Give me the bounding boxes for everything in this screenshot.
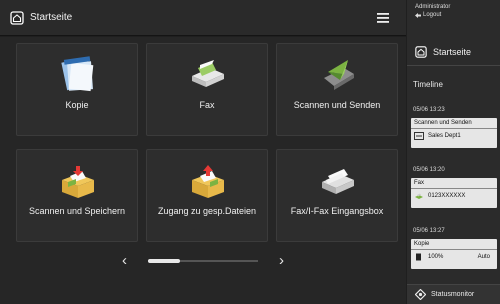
timeline-entry-extra: Auto [477, 254, 490, 260]
timeline-time: 05/06 13:23 [413, 107, 445, 113]
send-icon [414, 132, 424, 140]
fax-small-icon [415, 193, 423, 199]
stored-files-icon [192, 165, 224, 198]
fax-inbox-icon [322, 169, 354, 194]
prev-page-button[interactable]: ‹ [122, 252, 127, 269]
scan-store-icon [62, 166, 94, 198]
fax-icon [192, 60, 224, 87]
logout-icon [415, 13, 421, 18]
copy-small-icon [416, 253, 421, 261]
tile-kopie[interactable]: Kopie [16, 43, 138, 136]
hamburger-icon [377, 13, 389, 23]
user-name: Administrator [415, 4, 451, 10]
top-bar: Startseite [0, 0, 406, 36]
status-monitor-icon [415, 289, 426, 300]
tile-label: Zugang zu gesp.Dateien [157, 206, 257, 216]
timeline-entry-type: Fax [411, 178, 497, 189]
timeline-entry-type: Scannen und Senden [411, 118, 497, 129]
tile-label: Fax [199, 100, 215, 110]
home-icon [415, 45, 427, 58]
function-panel: Kopie Fax Scannen und Senden Scannen und… [0, 37, 406, 304]
home-button[interactable]: Startseite [0, 0, 72, 36]
status-monitor-label: Statusmonitor [431, 291, 475, 298]
tile-label: Fax/I-Fax Eingangsbox [290, 206, 384, 216]
page-scroll-thumb[interactable] [148, 259, 180, 263]
timeline-entry-type: Kopie [411, 239, 497, 250]
timeline-entry-detail: 0123XXXXXX [428, 193, 466, 199]
tile-fax-eingangsbox[interactable]: Fax/I-Fax Eingangsbox [276, 149, 398, 242]
tile-fax[interactable]: Fax [146, 43, 268, 136]
timeline-entry[interactable]: Fax 0123XXXXXX [411, 178, 497, 208]
sidebar-home-button[interactable]: Startseite [407, 38, 500, 66]
timeline-entry[interactable]: Scannen und Senden Sales Dept1 [411, 118, 497, 148]
scan-send-icon [324, 60, 354, 90]
tile-label: Kopie [65, 100, 89, 110]
next-page-button[interactable]: › [279, 252, 284, 269]
timeline-time: 05/06 13:27 [413, 228, 445, 234]
sidebar: Administrator Logout Startseite Timeline… [407, 0, 500, 304]
sidebar-home-label: Startseite [433, 46, 472, 57]
timeline-entry-detail: 100% [428, 254, 444, 260]
tile-label: Scannen und Speichern [28, 206, 126, 216]
user-area[interactable]: Administrator Logout [407, 0, 500, 30]
timeline-time: 05/06 13:20 [413, 167, 445, 173]
logout-link[interactable]: Logout [423, 12, 441, 19]
timeline-title: Timeline [413, 80, 443, 89]
status-monitor-button[interactable]: Statusmonitor [407, 284, 500, 304]
copy-icon [61, 56, 94, 92]
timeline-entry-detail: Sales Dept1 [428, 133, 461, 139]
tile-zugang-dateien[interactable]: Zugang zu gesp.Dateien [146, 149, 268, 242]
tile-scannen-senden[interactable]: Scannen und Senden [276, 43, 398, 136]
tile-scannen-speichern[interactable]: Scannen und Speichern [16, 149, 138, 242]
home-icon [10, 10, 24, 25]
page-indicator: ‹ › [0, 251, 406, 271]
page-title: Startseite [30, 12, 73, 23]
timeline-entry[interactable]: Kopie 100% Auto [411, 239, 497, 269]
tile-label: Scannen und Senden [293, 100, 381, 110]
menu-button[interactable] [366, 4, 400, 32]
